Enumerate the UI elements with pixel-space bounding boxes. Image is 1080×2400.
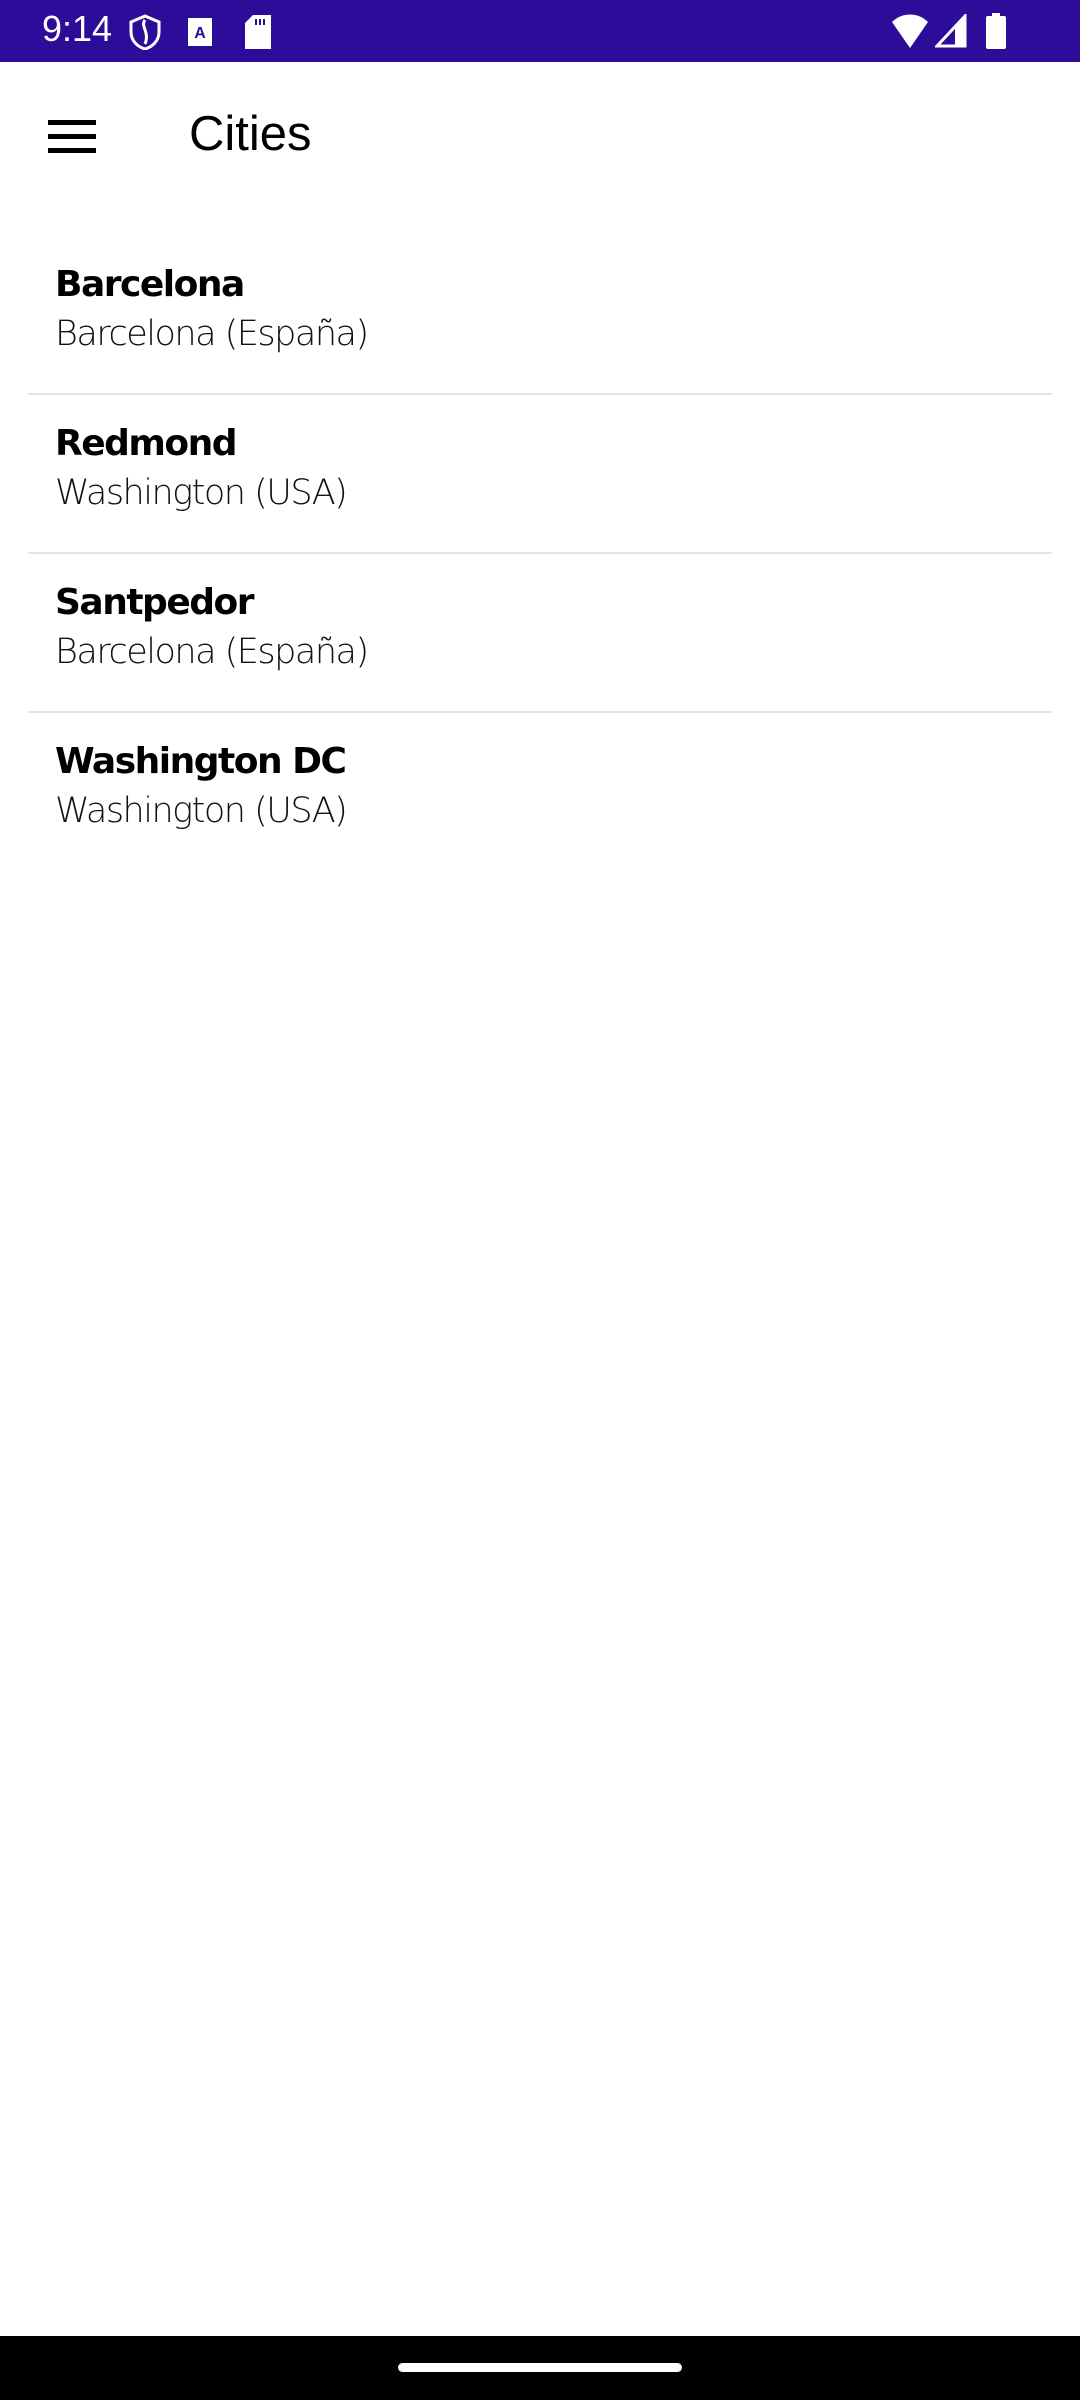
city-name: Redmond	[55, 423, 238, 464]
city-region: Washington (USA)	[55, 473, 348, 513]
list-item[interactable]: Redmond Washington (USA)	[0, 395, 1080, 554]
home-gesture-handle[interactable]	[398, 2363, 682, 2372]
battery-icon	[986, 13, 1006, 49]
sd-card-icon	[245, 15, 271, 49]
app-bar: Cities	[0, 62, 1080, 212]
city-region: Washington (USA)	[55, 791, 348, 831]
city-name: Santpedor	[55, 582, 255, 623]
keyboard-a-icon: A	[188, 18, 212, 46]
hamburger-menu-icon[interactable]	[40, 112, 106, 162]
city-region: Barcelona (España)	[55, 632, 369, 672]
city-name: Barcelona	[55, 264, 245, 305]
status-time: 9:14	[42, 8, 113, 49]
wifi-icon	[892, 14, 928, 48]
list-item[interactable]: Washington DC Washington (USA)	[0, 713, 1080, 872]
page-title: Cities	[189, 107, 312, 161]
svg-text:A: A	[194, 25, 206, 42]
city-name: Washington DC	[55, 741, 347, 782]
signal-icon	[935, 14, 967, 48]
list-item[interactable]: Santpedor Barcelona (España)	[0, 554, 1080, 713]
status-bar: 9:14 A	[0, 0, 1080, 62]
navigation-bar	[0, 2336, 1080, 2400]
shield-icon	[129, 14, 161, 50]
cities-list: Barcelona Barcelona (España) Redmond Was…	[0, 236, 1080, 872]
list-item[interactable]: Barcelona Barcelona (España)	[0, 236, 1080, 395]
city-region: Barcelona (España)	[55, 314, 369, 354]
